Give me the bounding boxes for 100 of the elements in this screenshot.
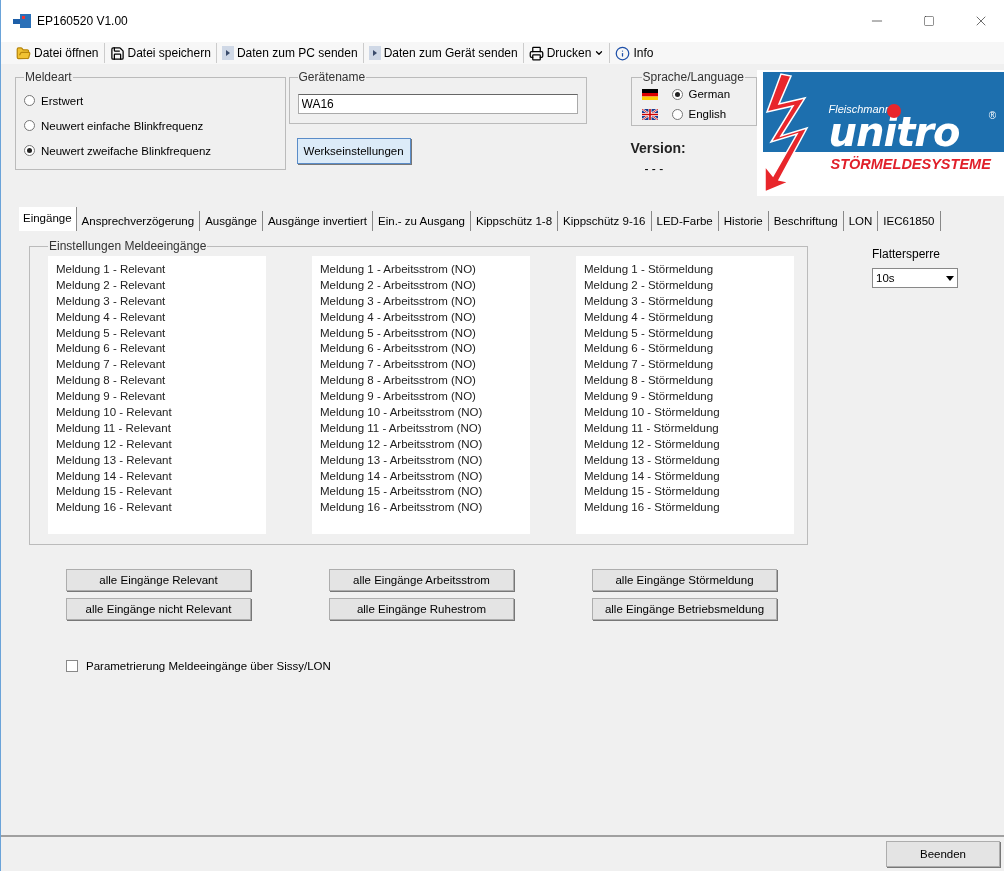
list-item[interactable]: Meldung 10 - Relevant [56,404,258,420]
factory-settings-button[interactable]: Werkseinstellungen [296,138,411,164]
list-item[interactable]: Meldung 15 - Relevant [56,483,258,500]
list-item[interactable]: Meldung 4 - Störmeldung [584,308,786,325]
german-flag-icon [641,88,658,100]
list-item[interactable]: Meldung 16 - Relevant [56,499,258,516]
list-item[interactable]: Meldung 5 - Relevant [56,324,258,341]
tab[interactable]: Ansprechverzögerung [76,211,201,231]
list-item[interactable]: Meldung 5 - Arbeitsstrom (NO) [320,324,522,341]
list-item[interactable]: Meldung 4 - Relevant [56,308,258,325]
list-item[interactable]: Meldung 14 - Störmeldung [584,467,786,484]
action-button[interactable]: alle Eingänge Störmeldung [592,569,777,591]
group-title: Gerätename [297,70,367,84]
radio-label: Neuwert einfache Blinkfrequenz [41,119,204,132]
toolbar-button[interactable]: Daten zum Gerät senden [362,43,523,63]
tab[interactable]: Ausgänge invertiert [262,211,373,231]
caret-icon [946,275,954,281]
radio-button[interactable] [24,95,35,106]
radio-label: German [688,88,731,100]
toolbar-button[interactable]: Datei speichern [103,43,216,63]
list-item[interactable]: Meldung 7 - Störmeldung [584,356,786,373]
list-item[interactable]: Meldung 5 - Störmeldung [584,324,786,341]
tab[interactable]: Beschriftung [768,211,844,231]
list-item[interactable]: Meldung 12 - Arbeitsstrom (NO) [320,435,522,452]
list-item[interactable]: Meldung 3 - Arbeitsstrom (NO) [320,292,522,309]
tab[interactable]: Ausgänge [200,211,263,231]
radio-button[interactable] [671,108,683,120]
action-button[interactable]: alle Eingänge Ruhestrom [329,598,514,620]
logo-brand: unitro [828,112,960,152]
device-name-field[interactable]: WA16 [297,94,578,114]
action-button[interactable]: alle Eingänge Betriebsmeldung [592,598,777,620]
list-item[interactable]: Meldung 3 - Relevant [56,292,258,309]
list-item[interactable]: Meldung 2 - Störmeldung [584,276,786,293]
list-item[interactable]: Meldung 12 - Relevant [56,435,258,452]
list-item[interactable]: Meldung 15 - Arbeitsstrom (NO) [320,483,522,500]
list-item[interactable]: Meldung 9 - Arbeitsstrom (NO) [320,388,522,404]
exit-button[interactable]: Beenden [886,841,1000,867]
maximize-icon[interactable] [923,15,935,27]
radio-button[interactable] [24,120,35,131]
list-item[interactable]: Meldung 9 - Relevant [56,388,258,404]
version-value: - - - [644,162,665,176]
tab[interactable]: Eingänge [19,207,77,231]
list-item[interactable]: Meldung 16 - Arbeitsstrom (NO) [320,499,522,516]
list-item[interactable]: Meldung 10 - Störmeldung [584,404,786,420]
list-item[interactable]: Meldung 8 - Relevant [56,372,258,389]
tab[interactable]: Kippschütz 9-16 [558,211,652,231]
list-item[interactable]: Meldung 6 - Arbeitsstrom (NO) [320,340,522,357]
radio-label: Erstwert [41,94,84,107]
version-label: Version: [630,140,687,156]
list-item[interactable]: Meldung 16 - Störmeldung [584,499,786,516]
list-item[interactable]: Meldung 14 - Relevant [56,467,258,484]
flattersperre-label: Flattersperre [872,247,942,261]
list-item[interactable]: Meldung 1 - Relevant [56,261,258,277]
flattersperre-dropdown[interactable]: 10s [872,268,958,288]
list-item[interactable]: Meldung 12 - Störmeldung [584,435,786,452]
list-item[interactable]: Meldung 7 - Relevant [56,356,258,373]
action-button[interactable]: alle Eingänge Arbeitsstrom [329,569,514,591]
checkbox[interactable] [66,660,78,672]
uk-flag-icon [641,108,658,120]
toolbar-button[interactable]: Daten zum PC senden [215,43,363,63]
list-item[interactable]: Meldung 8 - Störmeldung [584,372,786,389]
toolbar-button[interactable]: Datei öffnen [11,43,104,63]
list-item[interactable]: Meldung 6 - Störmeldung [584,340,786,357]
list-item[interactable]: Meldung 13 - Störmeldung [584,451,786,468]
list-item[interactable]: Meldung 11 - Relevant [56,419,258,436]
list-item[interactable]: Meldung 6 - Relevant [56,340,258,357]
list-item[interactable]: Meldung 9 - Störmeldung [584,388,786,404]
tab[interactable]: Ein.- zu Ausgang [373,211,471,231]
list-item[interactable]: Meldung 13 - Arbeitsstrom (NO) [320,451,522,468]
list-item[interactable]: Meldung 8 - Arbeitsstrom (NO) [320,372,522,389]
list-item[interactable]: Meldung 2 - Arbeitsstrom (NO) [320,276,522,293]
list-item[interactable]: Meldung 11 - Störmeldung [584,419,786,436]
play-icon [221,46,234,60]
tab[interactable]: LED-Farbe [651,211,719,231]
tab[interactable]: Historie [718,211,769,231]
list-item[interactable]: Meldung 10 - Arbeitsstrom (NO) [320,404,522,420]
list-item[interactable]: Meldung 13 - Relevant [56,451,258,468]
tab[interactable]: IEC61850 [878,211,941,231]
action-button[interactable]: alle Eingänge Relevant [66,569,251,591]
list-item[interactable]: Meldung 1 - Arbeitsstrom (NO) [320,261,522,277]
radio-button[interactable] [671,88,683,100]
list-item[interactable]: Meldung 2 - Relevant [56,276,258,293]
list-item[interactable]: Meldung 14 - Arbeitsstrom (NO) [320,467,522,484]
list-item[interactable]: Meldung 11 - Arbeitsstrom (NO) [320,419,522,436]
app-icon [13,14,31,28]
list-item[interactable]: Meldung 3 - Störmeldung [584,292,786,309]
radio-label: Neuwert zweifache Blinkfrequenz [41,144,212,157]
list-item[interactable]: Meldung 4 - Arbeitsstrom (NO) [320,308,522,325]
window-title: EP160520 V1.00 [37,14,129,28]
list-item[interactable]: Meldung 15 - Störmeldung [584,483,786,500]
toolbar-button[interactable]: Drucken [522,43,610,63]
tab[interactable]: LON [843,211,879,231]
radio-button[interactable] [24,145,35,156]
tab[interactable]: Kippschütz 1-8 [470,211,559,231]
list-item[interactable]: Meldung 1 - Störmeldung [584,261,786,277]
list-item[interactable]: Meldung 7 - Arbeitsstrom (NO) [320,356,522,373]
checkbox-label: Parametrierung Meldeeingänge über Sissy/LON [86,660,331,672]
action-button[interactable]: alle Eingänge nicht Relevant [66,598,251,620]
toolbar-button[interactable]: Info [609,43,659,63]
printer-icon [528,45,544,61]
